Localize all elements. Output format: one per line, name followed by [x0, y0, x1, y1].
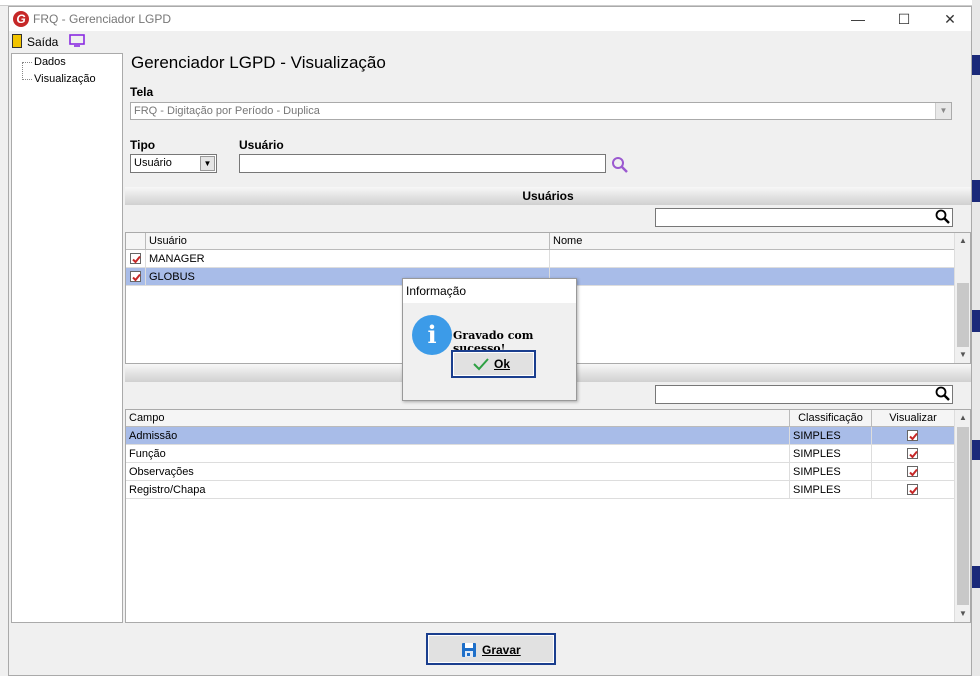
page-title: Gerenciador LGPD - Visualização [131, 53, 386, 72]
toolbar: Saída [9, 31, 971, 51]
cell-classificacao: SIMPLES [790, 445, 872, 463]
scroll-down-arrow-icon[interactable]: ▼ [955, 606, 971, 622]
checkmark-icon [132, 273, 141, 282]
navigation-tree: Dados Visualização [11, 53, 123, 623]
grid-header-nome[interactable]: Nome [550, 233, 955, 250]
cell-visualizar [872, 463, 955, 481]
background-mark [972, 440, 980, 460]
cell-visualizar [872, 427, 955, 445]
tela-select[interactable]: FRQ - Digitação por Período - Duplica ▼ [130, 102, 952, 120]
checkmark-icon [909, 432, 918, 441]
users-grid-scrollbar[interactable]: ▲ ▼ [954, 233, 970, 363]
cell-visualizar [872, 481, 955, 499]
grid-header-classificacao[interactable]: Classificação [790, 410, 872, 427]
cell-campo: Observações [126, 463, 790, 481]
visualizar-checkbox[interactable] [907, 484, 918, 495]
dropdown-arrow-icon[interactable]: ▼ [935, 103, 951, 119]
check-icon [473, 358, 489, 371]
maximize-button[interactable]: ☐ [881, 7, 927, 31]
cell-visualizar [872, 445, 955, 463]
cell-classificacao: SIMPLES [790, 481, 872, 499]
table-row[interactable]: Registro/Chapa SIMPLES [126, 481, 955, 499]
grid-header-campo[interactable]: Campo [126, 410, 790, 427]
fields-grid-scrollbar[interactable]: ▲ ▼ [954, 410, 970, 622]
background-mark [972, 566, 980, 588]
grid-header-check [126, 233, 146, 250]
row-checkbox[interactable] [130, 253, 141, 264]
visualizar-checkbox[interactable] [907, 466, 918, 477]
scroll-up-arrow-icon[interactable]: ▲ [955, 233, 971, 249]
gravar-button[interactable]: Gravar [426, 633, 556, 665]
dialog-title[interactable]: Informação [403, 279, 576, 303]
fields-filter-input[interactable] [655, 385, 953, 404]
info-dialog: Informação i Gravado com sucesso! Ok [402, 278, 577, 401]
title-bar[interactable]: G FRQ - Gerenciador LGPD — ☐ ✕ [9, 7, 971, 31]
visualizar-checkbox[interactable] [907, 430, 918, 441]
usuario-input[interactable] [239, 154, 606, 173]
cell-usuario: MANAGER [146, 250, 550, 268]
row-check-cell [126, 250, 146, 268]
search-icon[interactable] [611, 156, 629, 174]
dropdown-arrow-icon[interactable]: ▼ [200, 156, 215, 171]
row-check-cell [126, 268, 146, 286]
usuario-label: Usuário [239, 138, 284, 152]
users-filter-input[interactable] [655, 208, 953, 227]
cell-campo: Função [126, 445, 790, 463]
checkmark-icon [132, 255, 141, 264]
tree-item-visualizacao[interactable]: Visualização [22, 73, 96, 85]
cell-nome [550, 268, 955, 286]
search-icon[interactable] [935, 386, 951, 402]
cell-campo: Admissão [126, 427, 790, 445]
cell-campo: Registro/Chapa [126, 481, 790, 499]
grid-header-usuario[interactable]: Usuário [146, 233, 550, 250]
fields-grid: Campo Classificação Visualizar Admissão … [125, 409, 971, 623]
table-row[interactable]: Observações SIMPLES [126, 463, 955, 481]
cell-classificacao: SIMPLES [790, 427, 872, 445]
table-row[interactable]: Admissão SIMPLES [126, 427, 955, 445]
cell-classificacao: SIMPLES [790, 463, 872, 481]
exit-button[interactable]: Saída [27, 35, 58, 49]
scroll-up-arrow-icon[interactable]: ▲ [955, 410, 971, 426]
exit-door-icon[interactable] [12, 34, 22, 48]
close-button[interactable]: ✕ [927, 7, 973, 31]
window-title: FRQ - Gerenciador LGPD [33, 12, 172, 26]
visualizar-checkbox[interactable] [907, 448, 918, 459]
ok-button[interactable]: Ok [451, 350, 536, 378]
ok-button-label: Ok [494, 357, 511, 371]
cell-nome [550, 250, 955, 268]
minimize-button[interactable]: — [835, 7, 881, 31]
background-app-bottom [0, 676, 980, 681]
search-icon[interactable] [935, 209, 951, 225]
save-disk-icon [462, 643, 476, 657]
table-row[interactable]: Função SIMPLES [126, 445, 955, 463]
tipo-select[interactable]: Usuário ▼ [130, 154, 217, 173]
checkmark-icon [909, 468, 918, 477]
scroll-thumb[interactable] [957, 283, 969, 347]
grid-header-visualizar[interactable]: Visualizar [872, 410, 955, 427]
tree-item-dados[interactable]: Dados [22, 56, 66, 68]
tela-select-value: FRQ - Digitação por Período - Duplica [134, 105, 320, 117]
background-mark [972, 180, 980, 202]
app-logo-icon: G [13, 11, 29, 27]
gravar-button-label: Gravar [482, 643, 521, 657]
checkmark-icon [909, 486, 918, 495]
scroll-thumb[interactable] [957, 427, 969, 605]
row-checkbox[interactable] [130, 271, 141, 282]
tela-label: Tela [130, 85, 154, 99]
info-icon: i [412, 315, 452, 355]
tipo-select-value: Usuário [134, 157, 172, 169]
background-mark [972, 310, 980, 332]
table-row[interactable]: MANAGER [126, 250, 955, 268]
background-mark [972, 55, 980, 75]
tipo-label: Tipo [130, 138, 156, 152]
monitor-icon[interactable] [69, 34, 85, 47]
checkmark-icon [909, 450, 918, 459]
scroll-down-arrow-icon[interactable]: ▼ [955, 347, 971, 363]
users-section-header: Usuários [125, 187, 971, 205]
